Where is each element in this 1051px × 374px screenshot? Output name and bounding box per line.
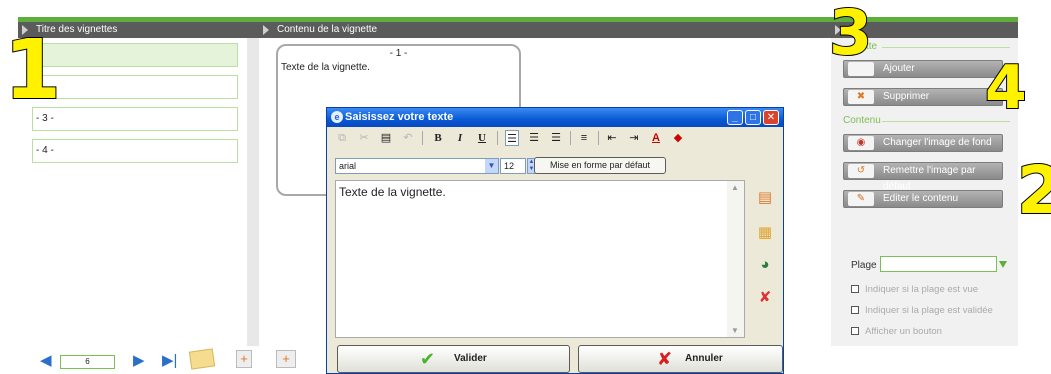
paste-text-icon[interactable]: ▦	[755, 223, 775, 243]
copy-icon[interactable]: ⧉	[335, 130, 349, 146]
minimize-button[interactable]: _	[727, 110, 743, 125]
edit-content-button[interactable]: ✎ Editer le contenu	[843, 190, 1003, 208]
highlight-color-icon[interactable]: ◆	[671, 130, 685, 146]
plage-select[interactable]	[880, 256, 997, 272]
header-vignette-content: Contenu de la vignette	[259, 22, 831, 38]
editor-scrollbar[interactable]: ▲ ▼	[727, 181, 744, 337]
list-scroll-strip[interactable]	[247, 38, 259, 346]
page-number-input[interactable]: 6	[60, 355, 115, 369]
delete-button[interactable]: ✖ Supprimer	[843, 88, 1003, 106]
vignette-number: - 1 -	[389, 48, 408, 59]
option-show-button[interactable]: Afficher un bouton	[851, 326, 942, 337]
last-page-icon[interactable]: ▶|	[162, 353, 177, 369]
pencil-icon: ✎	[848, 192, 874, 206]
delete-button-label: Supprimer	[883, 91, 930, 102]
toolbar-separator	[497, 131, 498, 145]
next-icon[interactable]: ▶	[133, 353, 145, 369]
annotation-number-3: 3	[828, 0, 873, 69]
vignette-item-4[interactable]: - 4 -	[32, 139, 238, 163]
checkmark-icon: ✔	[420, 349, 436, 369]
annotation-number-2: 2	[1016, 152, 1051, 229]
text-editor-dialog: Saisissez votre texte e _ □ ✕ ⧉ ✂ ▤ ↶ B …	[326, 107, 784, 374]
cross-icon: ✘	[657, 349, 673, 369]
plage-label: Plage	[851, 260, 877, 271]
align-center-icon[interactable]: ☰	[527, 130, 541, 146]
remove-format-icon[interactable]: ✘	[755, 288, 775, 308]
duplicate-page-icon[interactable]: +	[276, 350, 296, 368]
vignette-text: Texte de la vignette.	[281, 62, 370, 73]
cut-icon[interactable]: ✂	[357, 130, 371, 146]
option-validated-label: Indiquer si la plage est validée	[865, 305, 993, 316]
add-page-icon[interactable]: +	[236, 350, 252, 368]
align-right-icon[interactable]: ☰	[549, 130, 563, 146]
reset-image-button[interactable]: ↺ Remettre l'image par défaut	[843, 162, 1003, 192]
bullet-list-icon[interactable]: ≡	[577, 130, 591, 146]
checkbox-icon[interactable]	[851, 306, 859, 314]
cancel-button[interactable]: ✘ Annuler	[578, 345, 783, 373]
undo-icon[interactable]: ↶	[401, 130, 415, 146]
change-background-button[interactable]: ◉ Changer l'image de fond	[843, 134, 1003, 152]
checkbox-icon[interactable]	[851, 327, 859, 335]
italic-icon[interactable]: I	[453, 130, 467, 146]
maximize-button[interactable]: □	[745, 110, 761, 125]
reset-icon: ↺	[848, 164, 874, 178]
previous-icon[interactable]: ◀	[40, 353, 52, 369]
font-family-select[interactable]: arial ▼	[335, 158, 499, 174]
checkbox-icon[interactable]	[851, 285, 859, 293]
option-show-button-label: Afficher un bouton	[865, 326, 942, 337]
validate-button-label: Valider	[454, 353, 487, 364]
ie-icon: e	[331, 111, 343, 123]
dialog-title: Saisissez votre texte	[327, 108, 783, 127]
scroll-up-icon[interactable]: ▲	[731, 183, 739, 192]
chevron-down-icon[interactable]: ▼	[485, 159, 498, 173]
font-family-value: arial	[339, 161, 357, 171]
toolbar-separator	[422, 131, 423, 145]
note-icon[interactable]	[188, 348, 216, 370]
underline-icon[interactable]: U	[475, 130, 489, 146]
outdent-icon[interactable]: ⇤	[605, 130, 619, 146]
globe-icon[interactable]: ◕	[755, 255, 775, 275]
option-seen[interactable]: Indiquer si la plage est vue	[851, 284, 978, 295]
vignette-item-2[interactable]: -	[32, 75, 238, 99]
toolbar-separator	[570, 131, 571, 145]
change-background-label: Changer l'image de fond	[883, 137, 992, 148]
vignette-item-3[interactable]: - 3 -	[32, 107, 238, 131]
vignette-item-1[interactable]: -	[32, 43, 238, 67]
scroll-down-icon[interactable]: ▼	[731, 326, 739, 335]
eye-icon: ◉	[848, 136, 874, 150]
section-divider	[882, 47, 1010, 48]
annotation-number-1: 1	[3, 23, 62, 118]
edit-content-label: Editer le contenu	[883, 193, 959, 204]
text-editor-area[interactable]: Texte de la vignette.	[335, 180, 745, 338]
indent-icon[interactable]: ⇥	[627, 130, 641, 146]
option-seen-label: Indiquer si la plage est vue	[865, 284, 979, 295]
font-size-select[interactable]: 12	[500, 158, 526, 174]
plage-dropdown-icon[interactable]	[999, 261, 1007, 268]
import-text-icon[interactable]: ▤	[755, 188, 775, 208]
delete-icon: ✖	[848, 90, 874, 104]
option-validated[interactable]: Indiquer si la plage est validée	[851, 305, 993, 316]
app-window: Titre des vignettes Contenu de la vignet…	[0, 0, 1051, 374]
bold-icon[interactable]: B	[431, 130, 445, 146]
reset-format-button[interactable]: Mise en forme par défaut	[534, 157, 666, 174]
font-size-value: 12	[504, 161, 515, 171]
annotation-number-4: 4	[984, 53, 1028, 123]
validate-button[interactable]: ✔ Valider	[337, 345, 570, 373]
font-color-icon[interactable]: A	[649, 130, 663, 146]
paste-icon[interactable]: ▤	[379, 130, 393, 146]
align-left-icon[interactable]: ☰	[505, 130, 519, 146]
section-content-title: Contenu	[843, 115, 881, 126]
toolbar-separator	[598, 131, 599, 145]
cancel-button-label: Annuler	[685, 353, 723, 364]
add-button-label: Ajouter	[883, 63, 915, 74]
close-button[interactable]: ✕	[763, 110, 779, 125]
